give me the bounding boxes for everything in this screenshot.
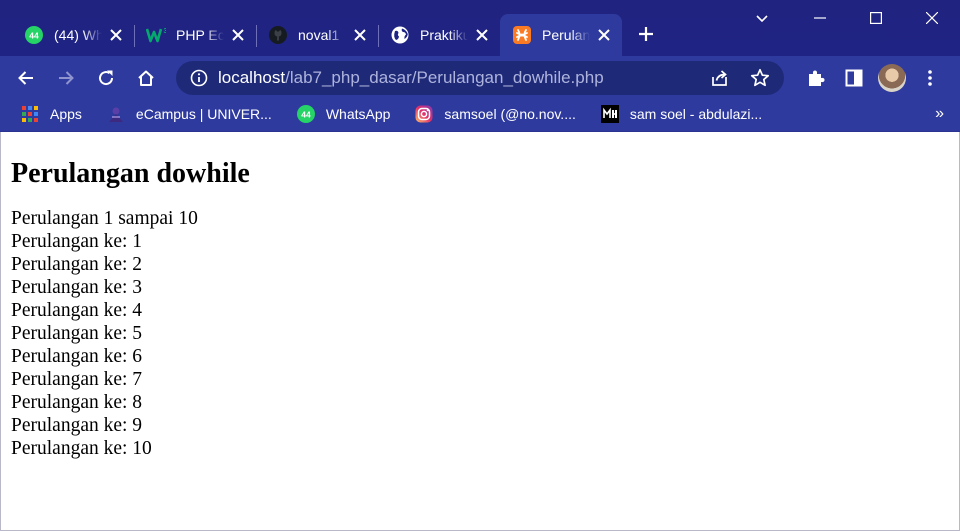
close-icon[interactable] <box>352 27 368 43</box>
maximize-button[interactable] <box>848 0 904 36</box>
tab-search-button[interactable] <box>752 9 772 29</box>
side-panel-icon <box>845 69 863 87</box>
home-button[interactable] <box>128 60 164 96</box>
output-line: Perulangan ke: 2 <box>11 254 143 275</box>
profile-button[interactable] <box>874 60 910 96</box>
bookmark-medium[interactable]: sam soel - abdulazi... <box>598 100 770 128</box>
extensions-button[interactable] <box>798 60 834 96</box>
site-info-icon[interactable] <box>190 69 208 87</box>
back-button[interactable] <box>8 60 44 96</box>
url-path: /lab7_php_dasar/Perulangan_dowhile.php <box>285 68 604 87</box>
bookmark-instagram[interactable]: samsoel (@no.nov.... <box>412 100 583 128</box>
bookmark-label: samsoel (@no.nov.... <box>444 105 576 122</box>
output-line: Perulangan ke: 10 <box>11 438 152 459</box>
tab-github[interactable]: noval1 <box>256 14 378 56</box>
output-line: Perulangan ke: 6 <box>11 346 143 367</box>
avatar <box>878 64 906 92</box>
output-line: Perulangan 1 sampai 10 <box>11 208 198 229</box>
whatsapp-icon: 44 <box>24 25 44 45</box>
tab-notification-badge: 44 <box>29 30 39 40</box>
whatsapp-icon: 44 <box>296 104 316 124</box>
arrow-right-icon <box>59 71 74 85</box>
apps-grid-icon <box>20 104 40 124</box>
arrow-left-icon <box>18 71 33 85</box>
output-line: Perulangan ke: 8 <box>11 392 143 413</box>
instagram-icon <box>414 104 434 124</box>
page-viewport: Perulangan dowhile Perulangan 1 sampai 1… <box>0 132 960 531</box>
url-text[interactable]: localhost/lab7_php_dasar/Perulangan_dowh… <box>218 68 692 88</box>
medium-icon <box>600 104 620 124</box>
tab-title: noval1 <box>298 27 340 43</box>
more-vertical-icon <box>928 70 932 86</box>
output-line: Perulangan ke: 1 <box>11 231 143 252</box>
tab-php-echo[interactable]: 3 PHP Echo <box>134 14 256 56</box>
browser-window: 44 (44) WhatsApp 3 PHP Echo <box>0 0 960 531</box>
browser-toolbar: localhost/lab7_php_dasar/Perulangan_dowh… <box>0 56 960 100</box>
tab-title: Perulangan <box>542 27 590 43</box>
output-line: Perulangan ke: 3 <box>11 277 143 298</box>
chevron-down-icon <box>756 15 768 23</box>
toolbar-right <box>798 60 950 96</box>
university-logo-icon <box>106 104 126 124</box>
output-line: Perulangan ke: 9 <box>11 415 143 436</box>
tab-list: 44 (44) WhatsApp 3 PHP Echo <box>12 12 622 56</box>
menu-button[interactable] <box>912 60 948 96</box>
loop-output: Perulangan 1 sampai 10 Perulangan ke: 1 … <box>11 207 949 460</box>
side-panel-button[interactable] <box>836 60 872 96</box>
window-controls <box>792 0 960 36</box>
tab-whatsapp[interactable]: 44 (44) WhatsApp <box>12 14 134 56</box>
address-bar[interactable]: localhost/lab7_php_dasar/Perulangan_dowh… <box>176 61 784 95</box>
bookmark-label: sam soel - abdulazi... <box>629 105 763 122</box>
new-tab-button[interactable] <box>632 20 660 48</box>
globe-icon <box>390 25 410 45</box>
tab-title: Praktikum <box>420 27 468 43</box>
bookmark-label: WhatsApp <box>325 105 391 122</box>
url-host: localhost <box>218 68 286 87</box>
page-heading: Perulangan dowhile <box>11 158 250 189</box>
bookmark-whatsapp[interactable]: 44 WhatsApp <box>294 100 399 128</box>
tab-strip: 44 (44) WhatsApp 3 PHP Echo <box>0 0 960 56</box>
output-line: Perulangan ke: 5 <box>11 323 143 344</box>
tab-praktikum[interactable]: Praktikum <box>378 14 500 56</box>
tab-perulangan-active[interactable]: Perulangan <box>500 14 622 56</box>
reload-button[interactable] <box>88 60 124 96</box>
maximize-icon <box>870 12 882 24</box>
svg-text:3: 3 <box>164 28 167 35</box>
minimize-icon <box>814 17 826 19</box>
forward-button[interactable] <box>48 60 84 96</box>
close-icon[interactable] <box>230 27 246 43</box>
home-icon <box>138 70 154 86</box>
bookmark-notification-badge: 44 <box>301 109 311 119</box>
close-icon[interactable] <box>108 27 124 43</box>
tab-title: (44) WhatsApp <box>54 27 102 43</box>
reload-icon <box>99 70 114 86</box>
bookmarks-overflow-button[interactable]: » <box>935 105 944 123</box>
close-icon <box>926 12 938 24</box>
bookmark-label: Apps <box>50 105 82 122</box>
bookmark-label: eCampus | UNIVER... <box>135 105 272 122</box>
tab-title: PHP Echo <box>176 27 224 43</box>
plus-icon <box>639 27 653 41</box>
output-line: Perulangan ke: 7 <box>11 369 143 390</box>
minimize-button[interactable] <box>792 0 848 36</box>
w3schools-icon: 3 <box>146 25 166 45</box>
bookmark-star-icon[interactable] <box>748 66 772 90</box>
github-icon <box>268 25 288 45</box>
close-icon[interactable] <box>474 27 490 43</box>
puzzle-icon <box>809 70 825 86</box>
xampp-icon <box>512 25 532 45</box>
bookmark-ecampus[interactable]: eCampus | UNIVER... <box>104 100 280 128</box>
bookmarks-bar: Apps eCampus | UNIVER... 44 WhatsApp sam… <box>0 100 960 132</box>
output-line: Perulangan ke: 4 <box>11 300 143 321</box>
close-icon[interactable] <box>596 27 612 43</box>
share-icon[interactable] <box>708 66 732 90</box>
bookmark-apps[interactable]: Apps <box>18 100 90 128</box>
close-window-button[interactable] <box>904 0 960 36</box>
